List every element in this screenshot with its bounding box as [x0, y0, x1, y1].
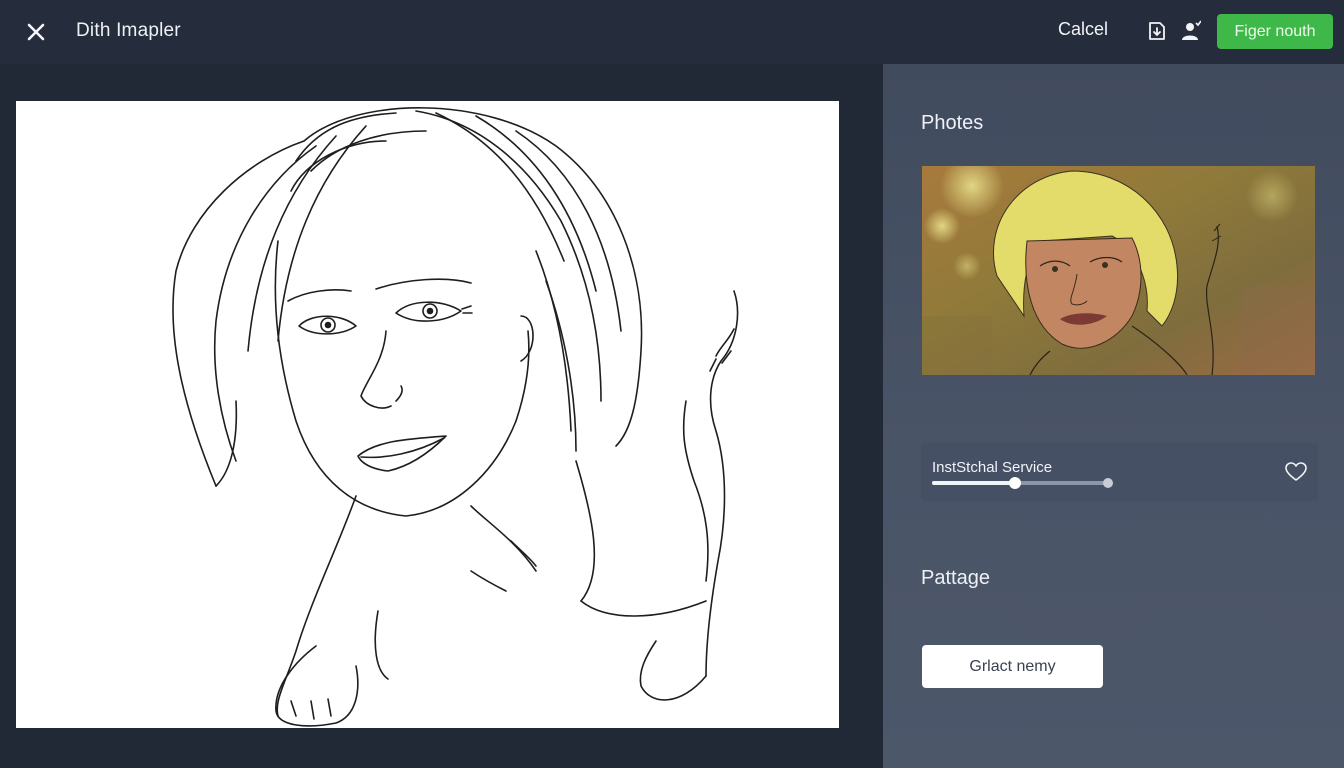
slider-end-marker	[1103, 478, 1113, 488]
service-slider[interactable]	[932, 477, 1113, 489]
slider-label: InstStchal Service	[932, 459, 1053, 476]
app-title: Dith Imapler	[76, 20, 181, 41]
hair-outline	[303, 107, 643, 447]
tail-outline	[705, 290, 739, 677]
primary-action-button[interactable]: Figer nouth	[1217, 14, 1333, 49]
photo-thumbnail[interactable]	[922, 166, 1315, 375]
export-icon[interactable]	[1146, 20, 1168, 42]
user-icon[interactable]	[1179, 20, 1201, 42]
cancel-button[interactable]: Calcel	[1058, 19, 1108, 40]
slider-thumb[interactable]	[1008, 477, 1021, 489]
slider-fill	[932, 481, 1015, 485]
top-bar: Dith Imapler Calcel Figer nouth	[0, 0, 1344, 64]
canvas-area	[0, 64, 883, 768]
select-button[interactable]: Grlact nemy	[922, 645, 1103, 688]
close-icon[interactable]	[22, 18, 50, 46]
sketch-canvas[interactable]	[16, 101, 839, 728]
face-outline	[274, 240, 517, 517]
page-heading: Pattage	[921, 567, 990, 589]
slider-card: InstStchal Service	[921, 443, 1318, 501]
photos-heading: Photes	[921, 112, 984, 134]
side-panel: Photes InstStchal Service Pattage Grlact…	[883, 64, 1344, 768]
heart-icon[interactable]	[1285, 462, 1307, 482]
